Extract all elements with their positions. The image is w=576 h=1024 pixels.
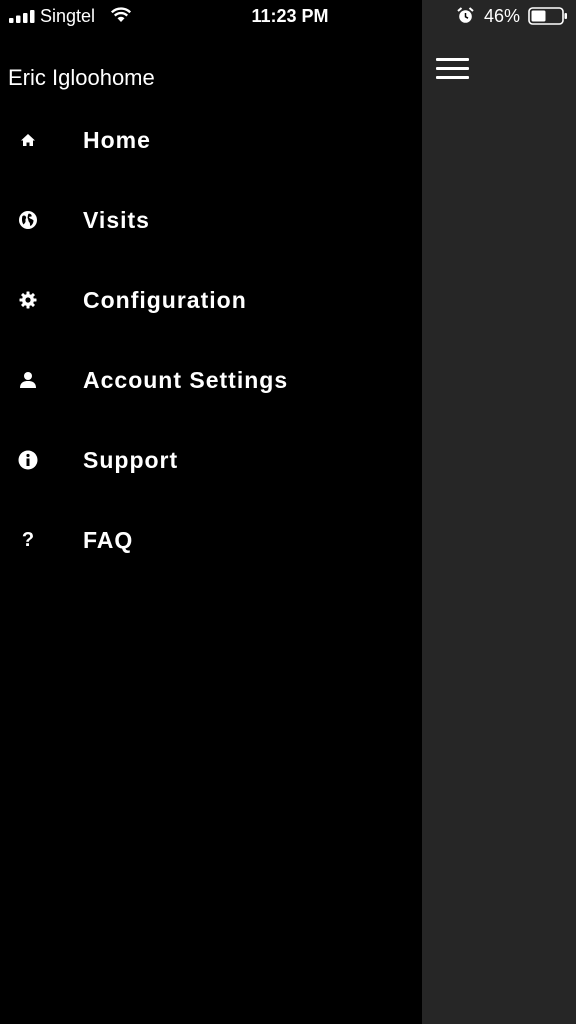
menu-item-visits[interactable]: Visits bbox=[0, 180, 422, 260]
question-icon: ? bbox=[21, 529, 35, 551]
user-icon bbox=[18, 370, 38, 390]
menu-item-account-settings[interactable]: Account Settings bbox=[0, 340, 422, 420]
menu-item-configuration[interactable]: Configuration bbox=[0, 260, 422, 340]
alarm-clock-icon bbox=[457, 7, 474, 23]
signal-strength-icon bbox=[9, 10, 35, 23]
info-icon bbox=[18, 450, 38, 470]
hamburger-menu-icon[interactable] bbox=[436, 56, 470, 82]
status-bar: Singtel 11:23 PM 46% bbox=[0, 0, 576, 32]
content-overlay[interactable] bbox=[422, 0, 576, 1024]
menu-label-support: Support bbox=[83, 447, 179, 473]
battery-percentage: 46% bbox=[484, 6, 521, 26]
menu-item-home[interactable]: Home bbox=[0, 100, 422, 180]
menu-label-faq: FAQ bbox=[83, 527, 134, 553]
menu-label-home: Home bbox=[83, 127, 151, 153]
carrier-name: Singtel bbox=[40, 6, 96, 26]
drawer-menu: Home Visits Configuration Account Settin… bbox=[0, 100, 422, 580]
navigation-drawer: Eric Igloohome Home Visits Configuration… bbox=[0, 0, 422, 1024]
globe-icon bbox=[18, 210, 38, 230]
menu-label-configuration: Configuration bbox=[83, 287, 247, 313]
menu-item-faq[interactable]: ? FAQ bbox=[0, 500, 422, 580]
user-name: Eric Igloohome bbox=[8, 65, 155, 90]
wifi-icon bbox=[110, 7, 132, 22]
home-icon bbox=[18, 130, 38, 150]
menu-label-visits: Visits bbox=[83, 207, 150, 233]
menu-item-support[interactable]: Support bbox=[0, 420, 422, 500]
battery-icon bbox=[528, 7, 567, 25]
clock-time: 11:23 PM bbox=[251, 6, 329, 26]
gear-icon bbox=[18, 290, 38, 310]
menu-label-account-settings: Account Settings bbox=[83, 367, 289, 393]
